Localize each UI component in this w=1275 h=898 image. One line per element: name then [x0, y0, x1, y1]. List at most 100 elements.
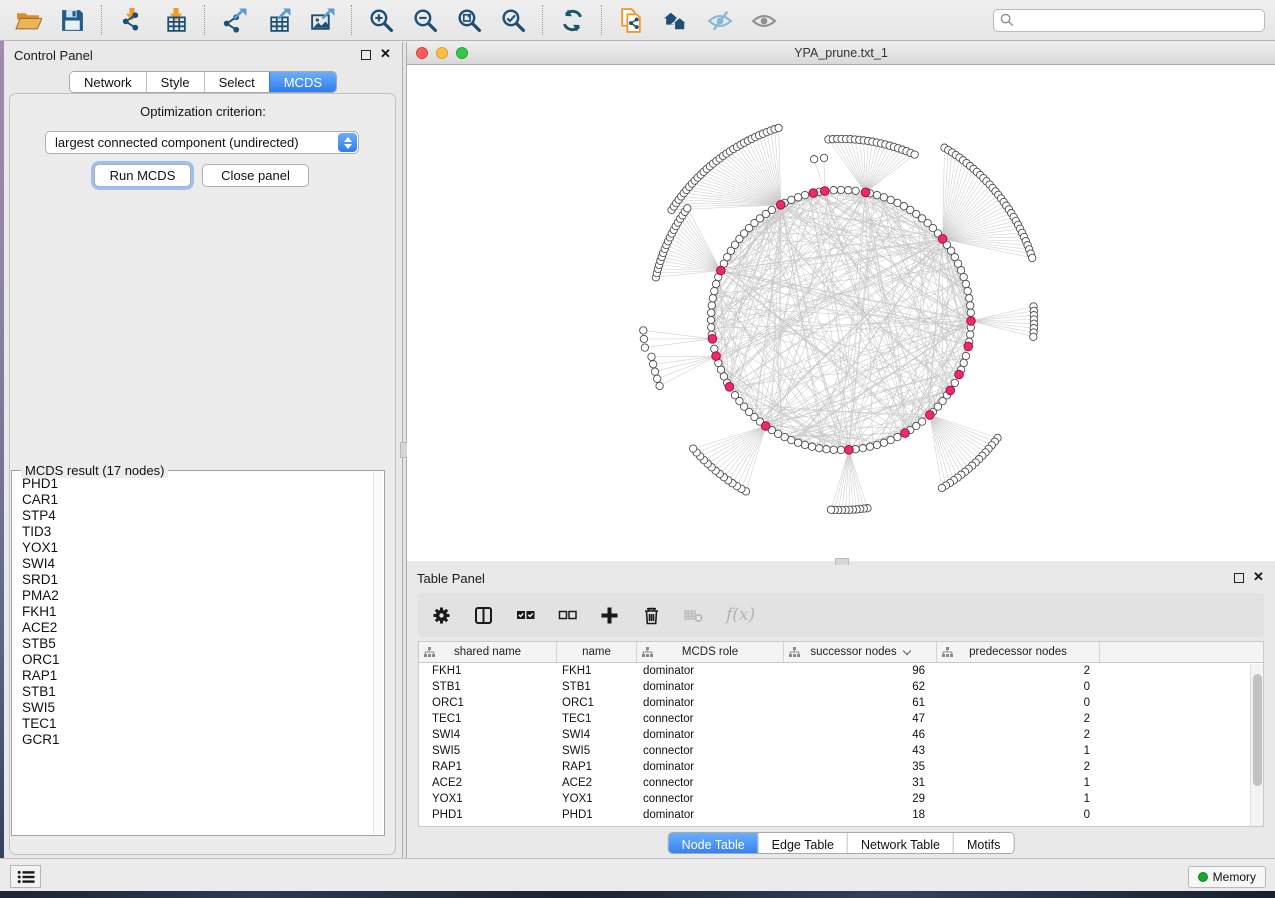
column-network-icon [789, 647, 800, 658]
table-row-YOX1[interactable]: YOX1YOX1connector291 [419, 791, 1263, 807]
mcds-result-item[interactable]: YOX1 [22, 540, 372, 556]
mcds-result-item[interactable]: TID3 [22, 524, 372, 540]
mcds-result-item[interactable]: GCR1 [22, 732, 372, 748]
tab-network-table[interactable]: Network Table [847, 833, 953, 854]
mcds-result-item[interactable]: FKH1 [22, 604, 372, 620]
mcds-result-item[interactable]: SRD1 [22, 572, 372, 588]
mcds-result-item[interactable]: ORC1 [22, 652, 372, 668]
show-all-button[interactable] [741, 2, 785, 38]
network-graph[interactable] [407, 65, 1275, 560]
table-row-FKH1[interactable]: FKH1FKH1dominator962 [419, 663, 1263, 679]
delete-columns-button[interactable] [642, 603, 661, 627]
network-window: YPA_prune.txt_1 [407, 42, 1275, 561]
table-row-SWI5[interactable]: SWI5SWI5connector431 [419, 743, 1263, 759]
search-input[interactable] [993, 9, 1265, 32]
cell-mcds_role: dominator [637, 809, 784, 821]
table-row-ACE2[interactable]: ACE2ACE2connector311 [419, 775, 1263, 791]
close-panel-icon[interactable] [1253, 572, 1265, 584]
column-header-name[interactable]: name [557, 642, 637, 662]
table-row-ORC1[interactable]: ORC1ORC1dominator610 [419, 695, 1263, 711]
mcds-result-item[interactable]: SWI4 [22, 556, 372, 572]
cell-mcds_role: connector [637, 745, 784, 757]
run-mcds-button[interactable]: Run MCDS [94, 164, 191, 187]
deselect-all-rows-button[interactable] [558, 603, 577, 627]
column-header-mcds_role[interactable]: MCDS role [637, 642, 784, 662]
panel-menu-button[interactable] [10, 865, 41, 888]
zoom-in-button[interactable] [359, 2, 403, 38]
zoom-selected-icon [500, 7, 527, 34]
close-panel-icon[interactable] [380, 49, 392, 61]
mcds-result-item[interactable]: STP4 [22, 508, 372, 524]
column-header-shared_name[interactable]: shared name [419, 642, 557, 662]
table-row-PHD1[interactable]: PHD1PHD1dominator180 [419, 807, 1263, 823]
float-window-icon[interactable] [361, 50, 371, 60]
tab-edge-table[interactable]: Edge Table [758, 833, 847, 854]
first-neighbors-button[interactable] [653, 2, 697, 38]
memory-button-label: Memory [1213, 870, 1256, 884]
table-row-RAP1[interactable]: RAP1RAP1dominator352 [419, 759, 1263, 775]
mcds-result-list[interactable]: PHD1CAR1STP4TID3YOX1SWI4SRD1PMA2FKH1ACE2… [15, 476, 372, 833]
table-mode-gear-button[interactable] [432, 603, 451, 627]
save-session-button[interactable] [50, 2, 94, 38]
tab-motifs[interactable]: Motifs [953, 833, 1013, 854]
duplicate-network-button[interactable] [609, 2, 653, 38]
export-image-button[interactable] [300, 2, 344, 38]
table-row-STB1[interactable]: STB1STB1dominator620 [419, 679, 1263, 695]
tab-node-table[interactable]: Node Table [669, 833, 758, 854]
criterion-dropdown[interactable]: largest connected component (undirected) [45, 131, 359, 154]
scrollbar-thumb[interactable] [1253, 674, 1262, 786]
table-scrollbar[interactable] [1250, 664, 1263, 826]
float-window-icon[interactable] [1234, 573, 1244, 583]
delete-table-button [684, 603, 703, 627]
import-network-button[interactable] [109, 2, 153, 38]
create-column-button[interactable] [600, 603, 619, 627]
show-columns-button[interactable] [474, 603, 493, 627]
tab-style[interactable]: Style [146, 72, 204, 92]
cell-predecessor_nodes: 0 [937, 809, 1100, 821]
table-mode-gear-icon [432, 606, 451, 625]
open-file-button[interactable] [6, 2, 50, 38]
export-network-icon [221, 7, 248, 34]
mcds-result-box: MCDS result (17 nodes) PHD1CAR1STP4TID3Y… [11, 470, 385, 836]
optimization-criterion-label: Optimization criterion: [4, 104, 402, 119]
zoom-out-button[interactable] [403, 2, 447, 38]
mcds-result-item[interactable]: TEC1 [22, 716, 372, 732]
hide-selected-button[interactable] [697, 2, 741, 38]
mcds-result-item[interactable]: CAR1 [22, 492, 372, 508]
mcds-result-item[interactable]: RAP1 [22, 668, 372, 684]
mcds-result-item[interactable]: STB5 [22, 636, 372, 652]
mcds-list-scrollbar[interactable] [373, 472, 383, 834]
select-all-rows-button[interactable] [516, 603, 535, 627]
hide-selected-icon [706, 7, 733, 34]
tab-network[interactable]: Network [70, 72, 146, 92]
table-row-SWI4[interactable]: SWI4SWI4dominator462 [419, 727, 1263, 743]
table-row-TEC1[interactable]: TEC1TEC1connector472 [419, 711, 1263, 727]
tab-select[interactable]: Select [204, 72, 269, 92]
export-table-button[interactable] [256, 2, 300, 38]
zoom-selected-button[interactable] [491, 2, 535, 38]
node-table[interactable]: shared namenameMCDS rolesuccessor nodesp… [418, 641, 1264, 827]
cell-mcds_role: dominator [637, 729, 784, 741]
cell-predecessor_nodes: 0 [937, 697, 1100, 709]
delete-table-icon [684, 606, 703, 625]
memory-button[interactable]: Memory [1188, 866, 1266, 888]
mcds-result-item[interactable]: ACE2 [22, 620, 372, 636]
status-bar: Memory [0, 858, 1275, 891]
open-file-icon [15, 7, 42, 34]
column-header-predecessor_nodes[interactable]: predecessor nodes [937, 642, 1100, 662]
zoom-fit-button[interactable] [447, 2, 491, 38]
close-panel-button[interactable]: Close panel [202, 164, 309, 187]
tab-mcds[interactable]: MCDS [269, 72, 336, 92]
import-table-button[interactable] [153, 2, 197, 38]
toolbar-separator [101, 5, 102, 35]
network-canvas[interactable] [407, 65, 1275, 560]
cell-mcds_role: connector [637, 713, 784, 725]
mcds-result-item[interactable]: PMA2 [22, 588, 372, 604]
column-header-successor_nodes[interactable]: successor nodes [784, 642, 937, 662]
mcds-result-item[interactable]: STB1 [22, 684, 372, 700]
mcds-result-item[interactable]: PHD1 [22, 476, 372, 492]
refresh-view-button[interactable] [550, 2, 594, 38]
export-network-button[interactable] [212, 2, 256, 38]
mcds-result-item[interactable]: SWI5 [22, 700, 372, 716]
cell-shared_name: PHD1 [419, 809, 557, 821]
